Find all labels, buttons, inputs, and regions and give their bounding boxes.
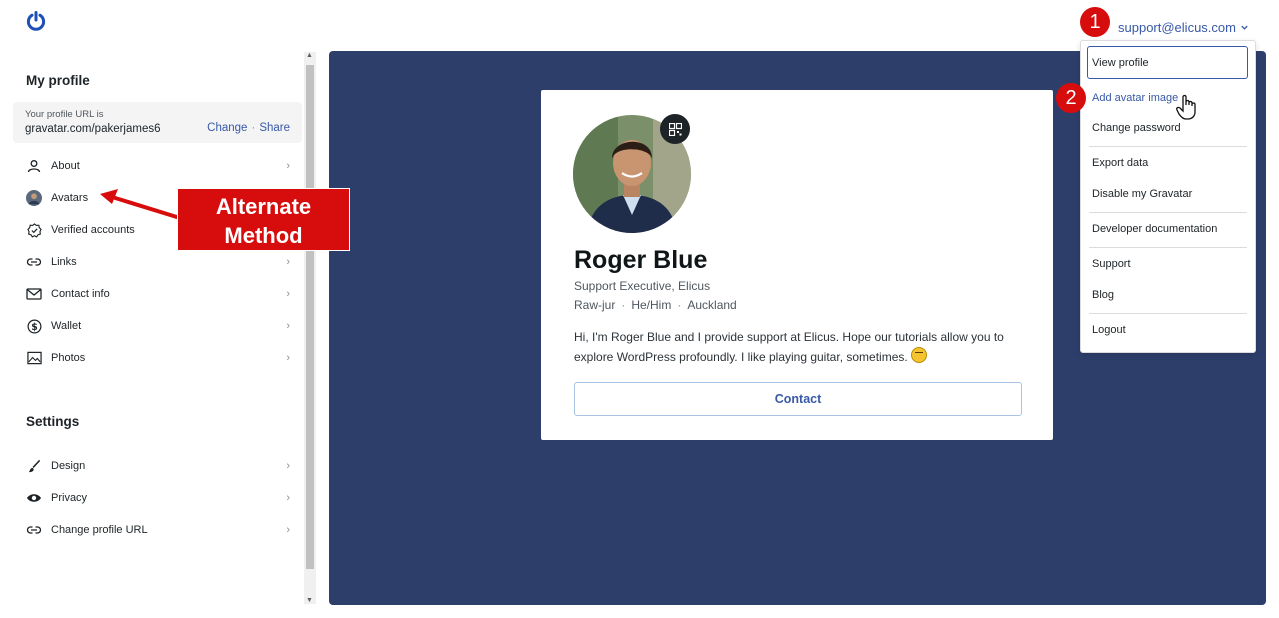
sidebar-item-label: Wallet — [51, 320, 82, 332]
profile-meta: Raw-jur · He/Him · Auckland — [574, 298, 737, 312]
chevron-right-icon: › — [286, 160, 290, 172]
grinning-emoji-icon — [911, 346, 928, 363]
sidebar-item-change-profile-url[interactable]: Change profile URL › — [26, 519, 294, 541]
chevron-right-icon: › — [286, 460, 290, 472]
sidebar-item-label: Photos — [51, 352, 86, 364]
profile-bio-text: Hi, I'm Roger Blue and I provide support… — [574, 330, 1004, 364]
dollar-icon: $ — [26, 318, 42, 334]
callout-arrow — [100, 189, 182, 220]
mail-icon — [26, 286, 42, 302]
chevron-right-icon: › — [286, 492, 290, 504]
contact-button[interactable]: Contact — [574, 382, 1022, 416]
menu-divider — [1089, 146, 1247, 147]
sidebar-item-photos[interactable]: Photos › — [26, 347, 294, 369]
scroll-up-arrow-icon[interactable]: ▲ — [306, 52, 313, 59]
avatar-thumbnail — [26, 190, 42, 206]
sidebar-item-label: Design — [51, 460, 86, 472]
pointer-hand-icon — [1176, 94, 1196, 120]
person-icon — [26, 158, 42, 174]
link-icon — [26, 254, 42, 270]
sidebar-item-label: Change profile URL — [51, 524, 148, 536]
change-url-link[interactable]: Change — [207, 122, 247, 134]
profile-pronouns: He/Him — [631, 298, 672, 312]
chevron-right-icon: › — [286, 320, 290, 332]
profile-name: Roger Blue — [574, 246, 708, 274]
menu-item-support[interactable]: Support — [1092, 258, 1131, 270]
step-badge-2: 2 — [1056, 83, 1086, 113]
menu-divider — [1089, 313, 1247, 314]
meta-separator: · — [677, 298, 682, 312]
url-actions-separator: · — [251, 122, 256, 134]
account-dropdown-menu: View profile Add avatar image Change pas… — [1080, 40, 1256, 353]
share-url-link[interactable]: Share — [259, 122, 290, 134]
menu-divider — [1089, 212, 1247, 213]
sidebar-item-label: About — [51, 160, 80, 172]
profile-url-box: Your profile URL is gravatar.com/pakerja… — [13, 102, 302, 143]
account-email: support@elicus.com — [1118, 19, 1236, 35]
settings-heading: Settings — [26, 414, 80, 429]
profile-bio: Hi, I'm Roger Blue and I provide support… — [574, 328, 1024, 366]
sidebar-item-design[interactable]: Design › — [26, 455, 294, 477]
alternate-method-callout: Alternate Method — [177, 188, 350, 251]
step-badge-1: 1 — [1080, 7, 1110, 37]
sidebar-item-wallet[interactable]: $ Wallet › — [26, 315, 294, 337]
menu-item-view-profile[interactable]: View profile — [1092, 57, 1149, 69]
svg-text:$: $ — [31, 321, 38, 332]
profile-job-title: Support Executive, Elicus — [574, 279, 711, 293]
meta-separator: · — [621, 298, 626, 312]
chevron-right-icon: › — [286, 524, 290, 536]
menu-item-disable-gravatar[interactable]: Disable my Gravatar — [1092, 188, 1192, 200]
qr-code-icon — [668, 122, 682, 136]
chevron-right-icon: › — [286, 352, 290, 364]
link-icon — [26, 522, 42, 538]
sidebar-item-label: Links — [51, 256, 77, 268]
sidebar: My profile Your profile URL is gravatar.… — [0, 52, 304, 604]
scroll-thumb[interactable] — [306, 65, 314, 569]
scroll-down-arrow-icon[interactable]: ▼ — [306, 597, 313, 604]
menu-item-change-password[interactable]: Change password — [1092, 122, 1181, 134]
profile-url-actions: Change · Share — [207, 122, 290, 134]
profile-card: Roger Blue Support Executive, Elicus Raw… — [541, 90, 1053, 440]
chevron-right-icon: › — [286, 256, 290, 268]
sidebar-scrollbar[interactable]: ▲ ▼ — [304, 52, 316, 604]
brush-icon — [26, 458, 42, 474]
account-menu-button[interactable]: support@elicus.com — [1118, 18, 1249, 36]
profile-pronunciation: Raw-jur — [574, 298, 616, 312]
sidebar-item-contact-info[interactable]: Contact info › — [26, 283, 294, 305]
sidebar-item-label: Privacy — [51, 492, 88, 504]
chevron-down-icon — [1241, 25, 1248, 30]
verified-badge-icon — [26, 222, 42, 238]
profile-url-caption: Your profile URL is — [25, 109, 104, 120]
menu-item-developer-documentation[interactable]: Developer documentation — [1092, 223, 1217, 235]
power-logo-icon[interactable] — [26, 11, 46, 31]
menu-item-export-data[interactable]: Export data — [1092, 157, 1148, 169]
callout-line-1: Alternate — [215, 194, 312, 219]
profile-url-value: gravatar.com/pakerjames6 — [25, 123, 161, 135]
my-profile-heading: My profile — [26, 73, 90, 88]
sidebar-item-label: Avatars — [51, 192, 89, 204]
eye-icon — [26, 490, 42, 506]
qr-code-button[interactable] — [660, 114, 690, 144]
profile-location: Auckland — [687, 298, 737, 312]
sidebar-item-label: Contact info — [51, 288, 110, 300]
menu-divider — [1089, 247, 1247, 248]
callout-line-2: Method — [224, 223, 303, 248]
sidebar-item-about[interactable]: About › — [26, 155, 294, 177]
sidebar-item-privacy[interactable]: Privacy › — [26, 487, 294, 509]
menu-item-logout[interactable]: Logout — [1092, 324, 1126, 336]
sidebar-item-links[interactable]: Links › — [26, 251, 294, 273]
menu-item-add-avatar-image[interactable]: Add avatar image — [1092, 92, 1178, 104]
image-icon — [26, 350, 42, 366]
chevron-right-icon: › — [286, 288, 290, 300]
menu-item-blog[interactable]: Blog — [1092, 289, 1114, 301]
